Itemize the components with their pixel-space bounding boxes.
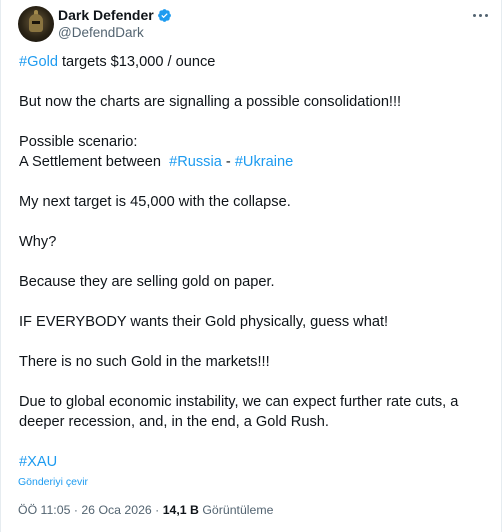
tweet-text: - — [221, 154, 235, 170]
tweet-line-8: IF EVERYBODY wants their Gold physically… — [19, 314, 389, 330]
dot-shape — [478, 13, 482, 17]
hashtag-russia[interactable]: #Russia — [169, 154, 222, 170]
author-handle[interactable]: @DefendDark — [58, 25, 144, 40]
avatar[interactable] — [18, 6, 54, 42]
tweet-time[interactable]: ÖÖ 11:05 — [18, 503, 70, 517]
tweet-line-2: But now the charts are signalling a poss… — [19, 94, 402, 110]
hashtag-gold[interactable]: #Gold — [19, 54, 58, 70]
views-label: Görüntüleme — [198, 503, 274, 517]
helmet-visor-shape — [32, 21, 40, 24]
hashtag-ukraine[interactable]: #Ukraine — [235, 154, 293, 170]
meta-separator: · — [151, 503, 163, 517]
verified-badge-icon[interactable] — [157, 8, 172, 23]
author-display-name[interactable]: Dark Defender — [58, 7, 154, 23]
views-count: 14,1 B — [162, 503, 199, 517]
tweet-line-11: deeper recession, and, in the end, a Gol… — [19, 414, 329, 430]
tweet-line-3: Possible scenario: — [19, 134, 138, 150]
tweet-line-1: #Gold targets $13,000 / ounce — [19, 54, 215, 70]
tweet-line-6: Why? — [19, 234, 57, 250]
tweet-text: targets $13,000 / ounce — [57, 54, 216, 70]
tweet-text: A Settlement between — [19, 154, 170, 170]
dot-shape — [484, 13, 488, 17]
tweet-date[interactable]: 26 Oca 2026 — [81, 503, 151, 517]
meta-separator: · — [70, 503, 82, 517]
tweet-line-10: Due to global economic instability, we c… — [19, 394, 459, 410]
author-name-row[interactable]: Dark Defender — [58, 7, 172, 23]
hashtag-xau[interactable]: #XAU — [19, 454, 57, 470]
tweet-line-7: Because they are selling gold on paper. — [19, 274, 275, 290]
dot-shape — [472, 13, 476, 17]
tweet-line-9: There is no such Gold in the markets!!! — [19, 354, 270, 370]
more-horizontal-icon[interactable] — [469, 6, 491, 24]
tweet-line-4: A Settlement between #Russia - #Ukraine — [19, 154, 293, 170]
tweet-card: Dark Defender @DefendDark #Gold targets … — [0, 0, 502, 532]
translate-post-link[interactable]: Gönderiyi çevir — [18, 476, 88, 488]
tweet-meta: ÖÖ 11:05 · 26 Oca 2026 · 14,1 B Görüntül… — [18, 503, 273, 517]
tweet-line-5: My next target is 45,000 with the collap… — [19, 194, 291, 210]
